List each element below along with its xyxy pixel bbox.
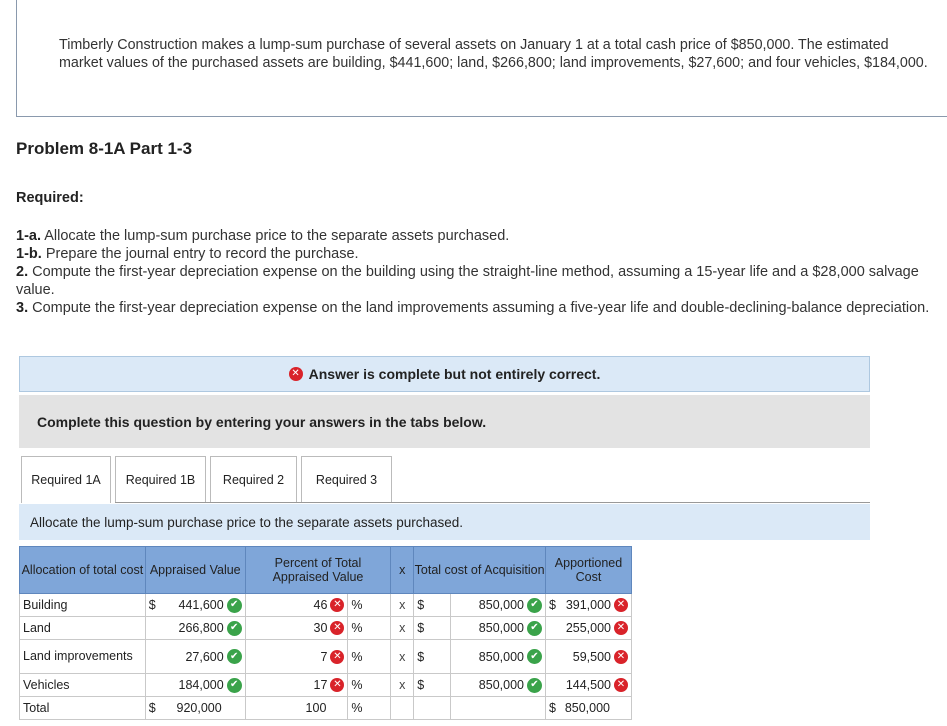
x-circle-icon: ✕: [330, 621, 345, 635]
tab-required-1a[interactable]: Required 1A: [21, 456, 111, 503]
appraised-value-input[interactable]: 266,800 ✔: [144, 616, 246, 640]
row-label: Land improvements: [19, 639, 146, 674]
percent-sign: %: [347, 673, 392, 697]
appraised-value-input[interactable]: $ 441,600 ✔: [144, 593, 246, 617]
times-sign: x: [390, 639, 415, 674]
allocation-table: Allocation of total cost Appraised Value…: [19, 546, 633, 720]
requirements-list: 1-a. Allocate the lump-sum purchase pric…: [16, 227, 947, 317]
times-sign: x: [390, 673, 415, 697]
header-total-cost: Total cost of Acquisition: [413, 546, 546, 594]
check-circle-icon: ✔: [526, 597, 542, 613]
cost-dollar-sign: $: [413, 639, 452, 674]
check-circle-icon: ✔: [526, 677, 542, 693]
apportioned-cost-input[interactable]: 59,500 ✕: [544, 639, 633, 674]
x-circle-icon: ✕: [330, 678, 345, 692]
header-times: x: [390, 546, 415, 594]
percent-sign: %: [347, 696, 392, 720]
total-apportioned-cost: $ 850,000: [544, 696, 633, 720]
x-circle-icon: ✕: [614, 621, 628, 635]
table-row: Building $ 441,600 ✔ 46 ✕ % x $ 850,000 ✔ $…: [19, 593, 633, 617]
required-label: Required:: [16, 190, 84, 206]
tab-required-1b[interactable]: Required 1B: [115, 456, 206, 503]
tab-description: Allocate the lump-sum purchase price to …: [19, 504, 870, 540]
times-sign: x: [390, 593, 415, 617]
requirement-1b: 1-b. Prepare the journal entry to record…: [16, 246, 359, 262]
header-percent: Percent of Total Appraised Value: [244, 546, 392, 594]
total-percent: 100: [244, 696, 349, 720]
percent-sign: %: [347, 593, 392, 617]
x-circle-icon: ✕: [330, 649, 345, 664]
percent-input[interactable]: 30 ✕: [244, 616, 349, 640]
table-row: Land 266,800 ✔ 30 ✕ % x $ 850,000 ✔ 255,000…: [19, 616, 633, 640]
total-label: Total: [19, 696, 146, 720]
requirement-3: 3. Compute the first-year depreciation e…: [16, 300, 930, 316]
check-circle-icon: ✔: [226, 620, 242, 636]
check-circle-icon: ✔: [526, 620, 542, 636]
part-title: Problem 8-1A Part 1-3: [16, 139, 193, 158]
apportioned-cost-input[interactable]: $ 391,000 ✕: [544, 593, 633, 617]
total-cost-input[interactable]: 850,000 ✔: [450, 673, 546, 697]
check-circle-icon: ✔: [526, 649, 542, 664]
x-circle-icon: ✕: [288, 367, 303, 381]
x-circle-icon: ✕: [614, 598, 628, 612]
row-label: Land: [19, 616, 146, 640]
check-circle-icon: ✔: [226, 649, 242, 664]
x-circle-icon: ✕: [614, 649, 628, 664]
requirement-1a: 1-a. Allocate the lump-sum purchase pric…: [16, 228, 510, 244]
row-label: Building: [19, 593, 146, 617]
answer-status-text: Answer is complete but not entirely corr…: [308, 366, 601, 382]
header-appraised-value: Appraised Value: [144, 546, 246, 594]
check-circle-icon: ✔: [226, 597, 242, 613]
percent-input[interactable]: 17 ✕: [244, 673, 349, 697]
requirement-2: 2. Compute the first-year depreciation e…: [16, 264, 919, 298]
total-cost-input[interactable]: 850,000 ✔: [450, 639, 546, 674]
cost-dollar-sign: $: [413, 593, 452, 617]
instruction-text: Complete this question by entering your …: [37, 413, 487, 430]
total-cost-input[interactable]: 850,000 ✔: [450, 616, 546, 640]
check-circle-icon: ✔: [226, 677, 242, 693]
tab-required-3[interactable]: Required 3: [301, 456, 392, 503]
apportioned-cost-input[interactable]: 255,000 ✕: [544, 616, 633, 640]
times-sign: x: [390, 616, 415, 640]
instruction-box: Complete this question by entering your …: [19, 395, 870, 448]
apportioned-cost-input[interactable]: 144,500 ✕: [544, 673, 633, 697]
cost-dollar-sign: $: [413, 616, 452, 640]
table-row: Land improvements 27,600 ✔ 7 ✕ % x $ 850,0…: [19, 639, 633, 674]
cost-dollar-sign: $: [413, 673, 452, 697]
x-circle-icon: ✕: [614, 678, 628, 692]
tab-bar: Required 1A Required 1B Required 2 Requi…: [21, 456, 396, 503]
x-circle-icon: ✕: [330, 598, 345, 612]
tab-required-2[interactable]: Required 2: [210, 456, 297, 503]
appraised-value-input[interactable]: 27,600 ✔: [144, 639, 246, 674]
appraised-value-input[interactable]: 184,000 ✔: [144, 673, 246, 697]
percent-sign: %: [347, 616, 392, 640]
total-row: Total $ 920,000 100 % $ 850,000: [19, 696, 633, 720]
problem-statement: Timberly Construction makes a lump-sum p…: [59, 37, 928, 71]
total-cost-input[interactable]: 850,000 ✔: [450, 593, 546, 617]
total-appraised-value: $ 920,000: [144, 696, 246, 720]
tab-divider: [115, 502, 870, 503]
header-allocation: Allocation of total cost: [19, 546, 146, 594]
percent-sign: %: [347, 639, 392, 674]
table-row: Vehicles 184,000 ✔ 17 ✕ % x $ 850,000 ✔ 144…: [19, 673, 633, 697]
row-label: Vehicles: [19, 673, 146, 697]
header-apportioned-cost: Apportioned Cost: [544, 546, 633, 594]
percent-input[interactable]: 7 ✕: [244, 639, 349, 674]
percent-input[interactable]: 46 ✕: [244, 593, 349, 617]
tab-description-text: Allocate the lump-sum purchase price to …: [30, 514, 463, 530]
answer-status-banner: ✕ Answer is complete but not entirely co…: [19, 356, 870, 392]
